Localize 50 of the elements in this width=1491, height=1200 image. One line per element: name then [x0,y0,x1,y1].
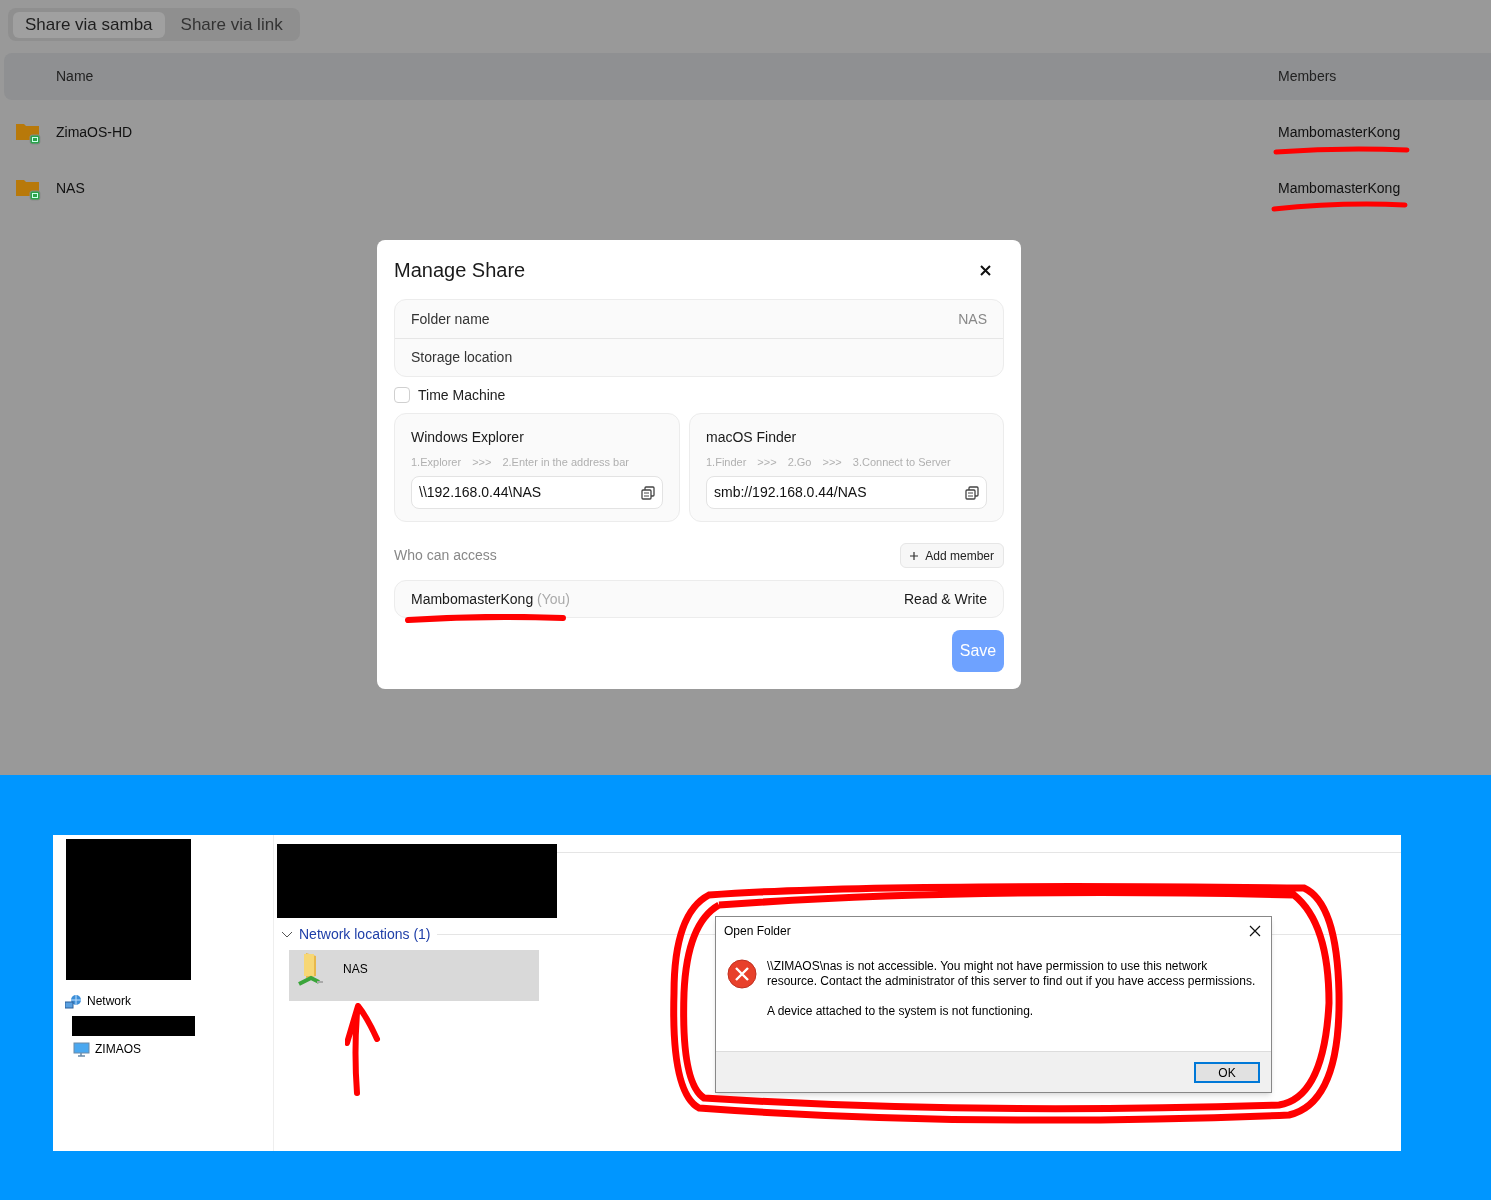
network-location-item[interactable]: NAS [289,950,539,1001]
error-message: \\ZIMAOS\nas is not accessible. You might not have permission to use this network resource. Contact the administrator of this server to find out if you have access permissions. [767,959,1257,989]
add-member-button[interactable]: Add member [900,543,1004,568]
sidebar-item[interactable]: ZIMAOS [95,1040,141,1058]
ok-button[interactable]: OK [1194,1061,1260,1083]
checkbox[interactable] [394,387,410,403]
copy-icon [965,485,979,500]
tab[interactable]: Share via link [168,11,295,38]
step-text: 1.Finder [706,454,747,470]
close-icon[interactable] [979,263,992,277]
globe-network-icon [65,993,82,1009]
step-text: 3.Connect to Server [852,454,951,470]
step-text: >>> [822,454,842,470]
card-title: Windows Explorer [411,428,525,447]
error-icon [727,959,757,989]
path-field[interactable]: \\192.168.0.44\NAS [411,476,663,509]
shared-folder-icon [16,122,42,146]
group-header[interactable]: Network locations (1) [299,923,431,945]
member-name: MambomasterKong (You) [411,589,570,609]
sidebar-item[interactable]: Network [87,992,131,1010]
permission-label: Read & Write [904,589,987,609]
member-name: MambomasterKong [1278,178,1401,198]
tab[interactable]: Share via samba [13,11,165,38]
error-message: A device attached to the system is not functioning. [767,1004,1035,1019]
step-text: >>> [472,454,492,470]
column-header: Name [56,66,94,86]
copy-icon [641,485,655,500]
field-label: Folder name [411,309,490,329]
dialog-title: Manage Share [394,258,526,283]
card-title: macOS Finder [706,428,798,447]
section-label: Who can access [394,546,497,565]
path-field[interactable]: smb://192.168.0.44/NAS [706,476,987,509]
field-label: Storage location [411,348,513,367]
step-text: 2.Enter in the address bar [502,454,629,470]
column-header: Members [1278,66,1337,86]
folder-name: NAS [56,178,85,198]
step-text: 1.Explorer [411,454,462,470]
checkbox-label: Time Machine [418,385,506,405]
shared-folder-icon [16,178,42,202]
field-value: NAS [958,309,987,329]
step-text: >>> [757,454,777,470]
step-text: 2.Go [787,454,812,470]
dialog-title: Open Folder [724,923,791,940]
member-name: MambomasterKong [1278,122,1401,142]
network-folder-icon [295,952,325,988]
close-icon[interactable] [1249,925,1261,937]
folder-name: ZimaOS-HD [56,122,133,142]
plus-icon [910,551,919,560]
monitor-icon [73,1041,90,1057]
chevron-down-icon[interactable] [281,929,293,939]
